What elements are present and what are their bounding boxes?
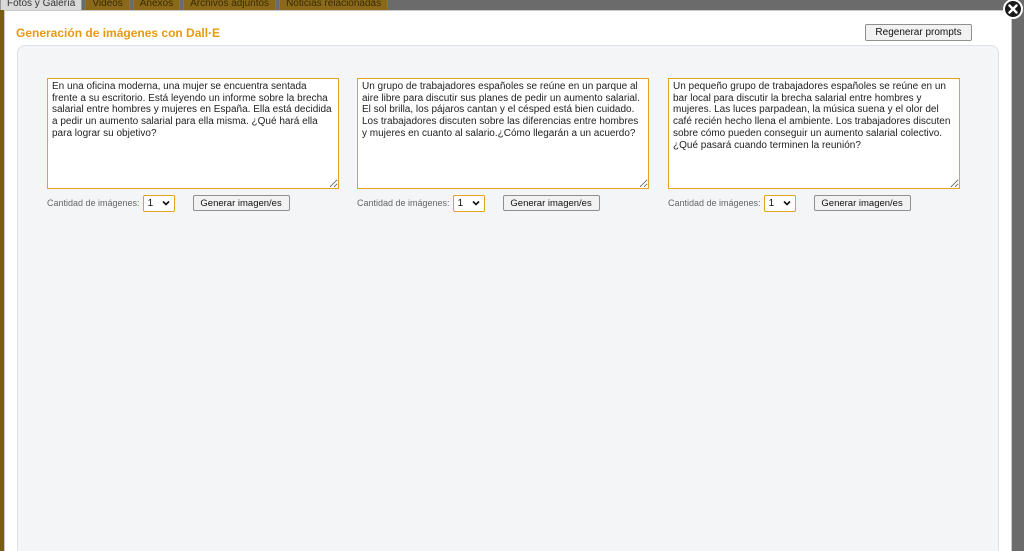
close-modal-button[interactable]	[1000, 0, 1024, 20]
dalle-modal: Generación de imágenes con Dall·E Regene…	[4, 10, 1012, 551]
generate-images-button-2[interactable]: Generar imagen/es	[502, 195, 600, 211]
bg-tab-fotos: Fotos y Galería	[0, 0, 83, 10]
chevron-down-icon	[471, 200, 480, 206]
bg-tab-anexos: Anexos	[132, 0, 181, 10]
prompt-controls-3: Cantidad de imágenes: 1 Generar imagen/e…	[668, 194, 960, 212]
regenerate-prompts-button[interactable]: Regenerar prompts	[865, 24, 972, 41]
generate-images-button-3[interactable]: Generar imagen/es	[813, 195, 911, 211]
bg-tab-noticias: Noticias relacionadas	[279, 0, 389, 10]
chevron-down-icon	[161, 200, 170, 206]
quantity-value: 1	[147, 197, 154, 209]
quantity-select-2[interactable]: 1	[452, 194, 485, 212]
bg-tab-videos: Videos	[85, 0, 130, 10]
prompt-controls-2: Cantidad de imágenes: 1 Generar imagen/e…	[357, 194, 649, 212]
prompts-panel: En una oficina moderna, una mujer se enc…	[17, 45, 999, 551]
modal-title: Generación de imágenes con Dall·E	[16, 26, 221, 40]
generate-images-button-1[interactable]: Generar imagen/es	[192, 195, 290, 211]
close-icon	[1003, 0, 1023, 19]
chevron-down-icon	[782, 200, 791, 206]
quantity-label: Cantidad de imágenes:	[668, 198, 761, 208]
prompt-card-1: En una oficina moderna, una mujer se enc…	[47, 78, 339, 212]
quantity-value: 1	[768, 197, 775, 209]
prompt-textarea-3[interactable]: Un pequeño grupo de trabajadores español…	[668, 78, 960, 189]
prompt-card-2: Un grupo de trabajadores españoles se re…	[357, 78, 649, 212]
quantity-value: 1	[457, 197, 464, 209]
prompt-textarea-1[interactable]: En una oficina moderna, una mujer se enc…	[47, 78, 339, 189]
bg-tab-archivos: Archivos adjuntos	[183, 0, 277, 10]
quantity-label: Cantidad de imágenes:	[47, 198, 140, 208]
prompt-controls-1: Cantidad de imágenes: 1 Generar imagen/e…	[47, 194, 339, 212]
background-tab-bar: Fotos y Galería Videos Anexos Archivos a…	[0, 0, 389, 10]
quantity-select-3[interactable]: 1	[763, 194, 796, 212]
quantity-label: Cantidad de imágenes:	[357, 198, 450, 208]
prompt-textarea-2[interactable]: Un grupo de trabajadores españoles se re…	[357, 78, 649, 189]
prompt-card-3: Un pequeño grupo de trabajadores español…	[668, 78, 960, 212]
quantity-select-1[interactable]: 1	[142, 194, 175, 212]
